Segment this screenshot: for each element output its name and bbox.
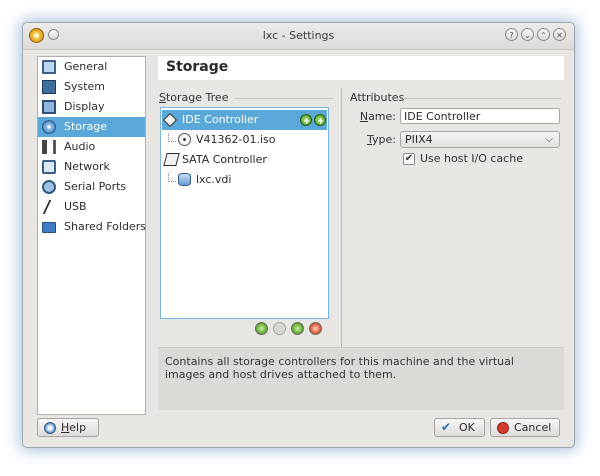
close-button[interactable]: ✕ xyxy=(553,28,566,41)
sidebar-item-label: Storage xyxy=(64,120,108,133)
help-label: Help xyxy=(61,421,87,434)
description-text: Contains all storage controllers for thi… xyxy=(165,355,514,381)
sidebar-item-label: System xyxy=(64,80,106,93)
monitor-icon xyxy=(42,60,56,74)
remove-attachment-icon[interactable] xyxy=(273,322,286,335)
page-title: Storage xyxy=(166,59,229,75)
chevron-down-icon: ⌵ xyxy=(545,134,553,145)
sidebar-item-serial-ports[interactable]: Serial Ports xyxy=(38,177,145,197)
divider xyxy=(235,98,333,99)
tree-node-sata-controller[interactable]: SATA Controller xyxy=(162,150,327,170)
cancel-button[interactable]: Cancel xyxy=(490,418,560,437)
help-button[interactable]: Help xyxy=(37,418,99,437)
tree-node-label: lxc.vdi xyxy=(196,173,232,186)
sidebar-item-storage[interactable]: Storage xyxy=(38,117,145,137)
serial-port-icon xyxy=(42,180,56,194)
sidebar-item-shared-folders[interactable]: Shared Folders xyxy=(38,217,146,237)
add-cd-attachment-icon[interactable] xyxy=(300,112,312,132)
chip-icon xyxy=(42,80,56,94)
checkmark-icon: ✔ xyxy=(441,420,452,434)
ok-label: OK xyxy=(459,421,475,434)
controller-type-select[interactable]: PIIX4 ⌵ xyxy=(400,131,560,148)
cancel-icon xyxy=(497,422,509,434)
settings-window: lxc - Settings ? ⌄ ⌃ ✕ General System Di… xyxy=(22,22,575,448)
sata-controller-icon xyxy=(163,153,180,166)
host-io-cache-checkbox[interactable]: ✔ xyxy=(403,153,415,165)
settings-sidebar: General System Display Storage Audio Net… xyxy=(37,56,146,415)
tree-branch xyxy=(168,133,176,142)
optical-disc-icon xyxy=(178,133,191,146)
add-hd-attachment-icon[interactable] xyxy=(314,112,326,132)
tree-node-label: IDE Controller xyxy=(182,113,259,126)
tree-branch xyxy=(168,173,176,182)
add-controller-icon[interactable] xyxy=(291,322,304,335)
sidebar-item-label: General xyxy=(64,60,108,73)
type-label: Type: xyxy=(367,133,396,146)
maximize-button[interactable]: ⌃ xyxy=(537,28,550,41)
tree-node-iso[interactable]: V41362-01.iso xyxy=(162,130,327,150)
sidebar-item-label: USB xyxy=(64,200,87,213)
folder-icon xyxy=(42,222,56,233)
remove-controller-icon[interactable] xyxy=(309,322,322,335)
network-icon xyxy=(42,160,56,174)
cancel-label: Cancel xyxy=(514,421,552,434)
hard-disk-icon xyxy=(178,173,191,186)
name-label: Name: xyxy=(359,110,396,123)
tree-node-ide-controller[interactable]: IDE Controller xyxy=(162,110,327,132)
sidebar-item-network[interactable]: Network xyxy=(38,157,145,177)
sidebar-item-general[interactable]: General xyxy=(38,57,145,77)
sidebar-item-label: Audio xyxy=(64,140,96,153)
storage-tree-label: Storage Tree xyxy=(159,91,229,104)
help-title-button[interactable]: ? xyxy=(505,28,518,41)
help-icon xyxy=(44,422,56,434)
usb-icon xyxy=(42,200,56,214)
speaker-icon xyxy=(42,140,56,154)
storage-tree[interactable]: IDE Controller V41362-01.iso SATA Contro… xyxy=(160,107,329,319)
sidebar-item-system[interactable]: System xyxy=(38,77,145,97)
vertical-separator xyxy=(341,88,342,360)
tree-node-vdi[interactable]: lxc.vdi xyxy=(162,170,327,190)
sidebar-item-label: Network xyxy=(64,160,110,173)
minimize-button[interactable]: ⌄ xyxy=(521,28,534,41)
tree-node-label: V41362-01.iso xyxy=(196,133,276,146)
attributes-label: Attributes xyxy=(350,91,405,104)
window-title: lxc - Settings xyxy=(262,29,335,42)
sidebar-item-label: Shared Folders xyxy=(64,220,146,233)
controller-name-input[interactable]: IDE Controller xyxy=(400,108,560,124)
titlebar[interactable]: lxc - Settings ? ⌄ ⌃ ✕ xyxy=(23,23,574,50)
sidebar-item-audio[interactable]: Audio xyxy=(38,137,145,157)
tree-node-label: SATA Controller xyxy=(182,153,267,166)
sidebar-item-usb[interactable]: USB xyxy=(38,197,145,217)
host-io-cache-label[interactable]: Use host I/O cache xyxy=(420,152,523,165)
divider xyxy=(403,98,561,99)
ok-button[interactable]: ✔ OK xyxy=(434,418,485,437)
page-header: Storage xyxy=(158,56,564,80)
add-attachment-icon[interactable] xyxy=(255,322,268,335)
controller-type-value: PIIX4 xyxy=(405,133,433,146)
sidebar-item-label: Serial Ports xyxy=(64,180,127,193)
sidebar-item-label: Display xyxy=(64,100,105,113)
disk-icon xyxy=(42,120,56,134)
ide-controller-icon xyxy=(162,112,178,128)
display-icon xyxy=(42,100,56,114)
sidebar-item-display[interactable]: Display xyxy=(38,97,145,117)
description-panel: Contains all storage controllers for thi… xyxy=(158,347,564,410)
